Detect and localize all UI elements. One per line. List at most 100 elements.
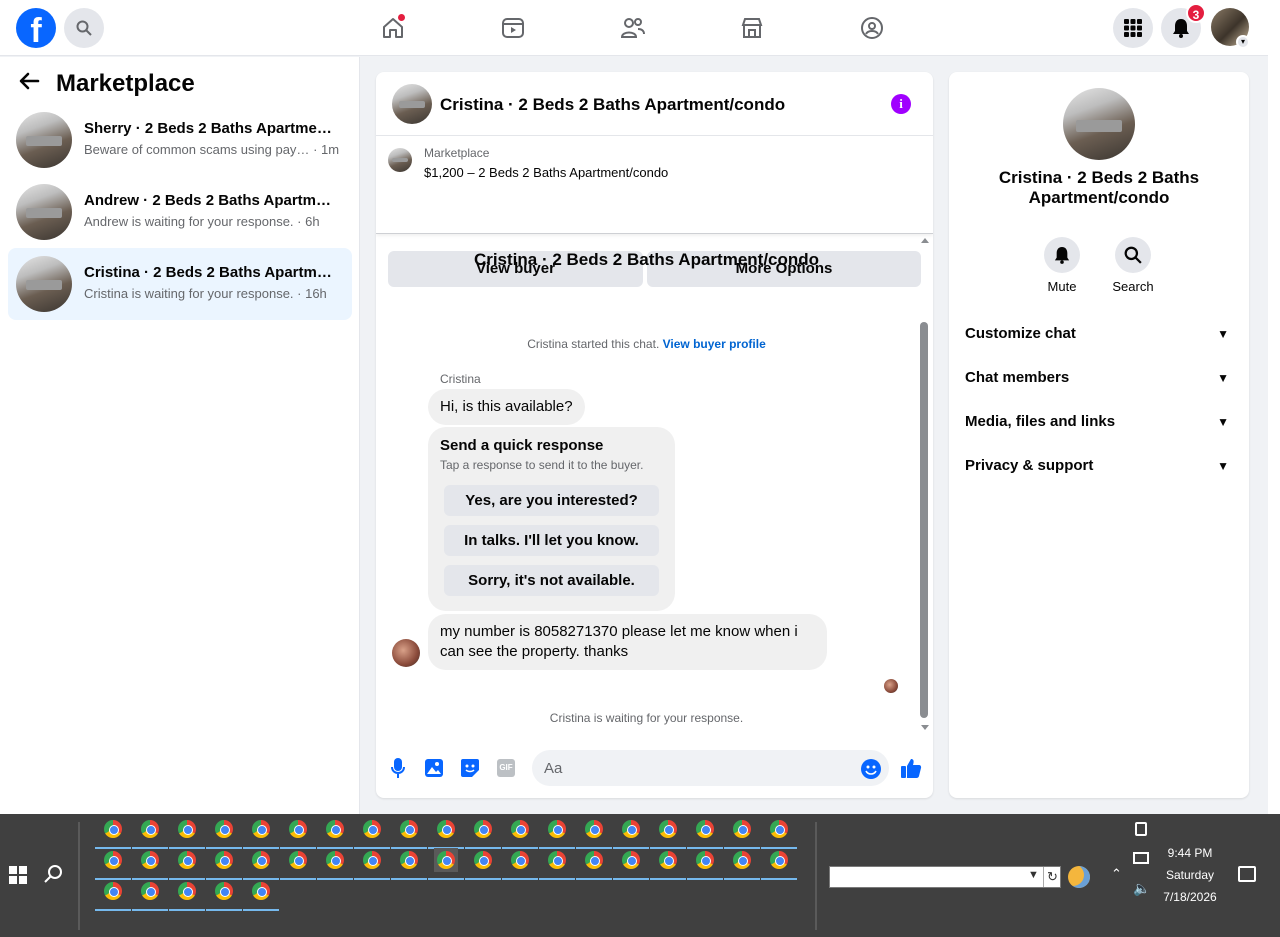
taskbar-app-button[interactable]	[724, 848, 760, 880]
taskbar-app-button[interactable]	[317, 817, 353, 849]
taskbar-app-button[interactable]	[724, 817, 760, 849]
network-icon[interactable]	[1133, 852, 1149, 864]
thread-scrollbar[interactable]	[917, 234, 933, 734]
taskbar-app-button[interactable]	[576, 848, 612, 880]
details-listing-thumbnail[interactable]	[1063, 88, 1135, 160]
taskbar-app-button[interactable]	[243, 848, 279, 880]
volume-icon[interactable]: 🔈	[1133, 880, 1150, 897]
taskbar-app-button[interactable]	[428, 817, 464, 849]
start-windows-icon[interactable]	[9, 866, 27, 884]
chevron-down-icon[interactable]: ▾	[1236, 35, 1250, 49]
taskbar-app-button[interactable]	[687, 817, 723, 849]
taskbar-app-button[interactable]	[761, 817, 797, 849]
taskbar-app-button[interactable]	[95, 817, 131, 849]
emoji-icon[interactable]	[861, 759, 881, 779]
taskbar-address-box[interactable]: ▼ ↻	[829, 866, 1061, 888]
conversation-item-andrew[interactable]: Andrew · 2 Beds 2 Baths Apartme… Andrew …	[8, 176, 352, 248]
microphone-icon[interactable]	[388, 758, 408, 778]
mute-button[interactable]: Mute	[1030, 237, 1094, 294]
taskbar-app-button[interactable]	[391, 848, 427, 880]
taskbar-app-button[interactable]	[95, 848, 131, 880]
section-media-files-links[interactable]: Media, files and links ▼	[965, 408, 1233, 436]
taskbar-app-button[interactable]	[650, 848, 686, 880]
section-customize-chat[interactable]: Customize chat ▼	[965, 320, 1233, 348]
taskbar-app-button[interactable]	[539, 848, 575, 880]
clock-time[interactable]: 9:44 PM	[1150, 846, 1230, 860]
section-chat-members[interactable]: Chat members ▼	[965, 364, 1233, 392]
taskbar-app-button[interactable]	[132, 879, 168, 911]
taskbar-app-button[interactable]	[539, 817, 575, 849]
view-buyer-profile-link[interactable]: View buyer profile	[663, 337, 766, 351]
section-privacy-support[interactable]: Privacy & support ▼	[965, 452, 1233, 480]
taskbar-app-button[interactable]	[169, 848, 205, 880]
nav-home[interactable]	[377, 12, 409, 44]
back-arrow-icon[interactable]	[18, 69, 48, 99]
buyer-avatar[interactable]	[392, 639, 420, 667]
quick-response-option[interactable]: Sorry, it's not available.	[444, 565, 659, 596]
scrollbar-thumb[interactable]	[920, 322, 928, 718]
search-chat-button[interactable]: Search	[1101, 237, 1165, 294]
action-center-icon[interactable]	[1238, 866, 1256, 882]
taskbar-app-button[interactable]	[354, 817, 390, 849]
gif-icon[interactable]: GIF	[496, 758, 516, 778]
taskbar-app-button[interactable]	[687, 848, 723, 880]
taskbar-app-button[interactable]	[132, 817, 168, 849]
quick-response-option[interactable]: Yes, are you interested?	[444, 485, 659, 516]
chevron-down-icon[interactable]: ▼	[1028, 869, 1039, 881]
quick-response-option[interactable]: In talks. I'll let you know.	[444, 525, 659, 556]
taskbar-app-button[interactable]	[391, 817, 427, 849]
info-icon[interactable]: i	[891, 94, 911, 114]
taskbar-app-button[interactable]	[280, 817, 316, 849]
clock-day[interactable]: Saturday	[1150, 868, 1230, 882]
refresh-icon[interactable]: ↻	[1043, 867, 1061, 887]
taskbar-app-button[interactable]	[576, 817, 612, 849]
taskbar-app-button[interactable]	[761, 848, 797, 880]
listing-price[interactable]: $1,200 – 2 Beds 2 Baths Apartment/condo	[424, 165, 668, 180]
facebook-logo[interactable]: f	[16, 8, 56, 48]
taskbar-app-button[interactable]	[169, 817, 205, 849]
nav-marketplace[interactable]	[736, 12, 768, 44]
photo-icon[interactable]	[424, 758, 444, 778]
taskbar-app-button[interactable]	[428, 848, 464, 880]
weather-icon[interactable]	[1068, 866, 1090, 888]
search-button[interactable]	[64, 8, 104, 48]
chat-title[interactable]: Cristina · 2 Beds 2 Baths Apartment/cond…	[440, 95, 785, 115]
sticker-icon[interactable]	[460, 758, 480, 778]
taskbar-app-button[interactable]	[502, 848, 538, 880]
taskbar-app-button[interactable]	[169, 879, 205, 911]
like-thumb-icon[interactable]	[900, 757, 922, 779]
taskbar-app-button[interactable]	[613, 817, 649, 849]
message-input[interactable]	[532, 750, 889, 786]
taskbar-app-button[interactable]	[354, 848, 390, 880]
meet-now-icon[interactable]	[1135, 822, 1147, 836]
taskbar-app-button[interactable]	[465, 817, 501, 849]
taskbar-app-button[interactable]	[95, 879, 131, 911]
menu-button[interactable]	[1113, 8, 1153, 48]
taskbar-app-button[interactable]	[650, 817, 686, 849]
taskbar-app-button[interactable]	[243, 817, 279, 849]
conversation-item-cristina[interactable]: Cristina · 2 Beds 2 Baths Apartmen… Cris…	[8, 248, 352, 320]
taskbar-app-button[interactable]	[206, 879, 242, 911]
scroll-up-icon[interactable]	[921, 238, 929, 243]
nav-video[interactable]	[497, 12, 529, 44]
taskbar-search-icon[interactable]	[44, 864, 66, 886]
conversation-item-sherry[interactable]: Sherry · 2 Beds 2 Baths Apartment… Bewar…	[8, 104, 352, 176]
taskbar-app-button[interactable]	[502, 817, 538, 849]
taskbar-app-button[interactable]	[206, 848, 242, 880]
taskbar-app-button[interactable]	[613, 848, 649, 880]
listing-mini-thumbnail[interactable]	[388, 148, 412, 172]
taskbar-app-button[interactable]	[132, 848, 168, 880]
taskbar-app-button[interactable]	[465, 848, 501, 880]
clock-date[interactable]: 7/18/2026	[1150, 890, 1230, 904]
nav-groups[interactable]	[856, 12, 888, 44]
browser-app-icon	[141, 820, 159, 838]
nav-friends[interactable]	[617, 12, 649, 44]
page-scrollbar[interactable]	[1268, 0, 1280, 814]
show-hidden-icons-chevron-up-icon[interactable]: ⌃	[1111, 866, 1122, 882]
taskbar-app-button[interactable]	[317, 848, 353, 880]
taskbar-app-button[interactable]	[206, 817, 242, 849]
taskbar-app-button[interactable]	[280, 848, 316, 880]
scroll-down-icon[interactable]	[921, 725, 929, 730]
chat-listing-thumbnail[interactable]	[392, 84, 432, 124]
taskbar-app-button[interactable]	[243, 879, 279, 911]
